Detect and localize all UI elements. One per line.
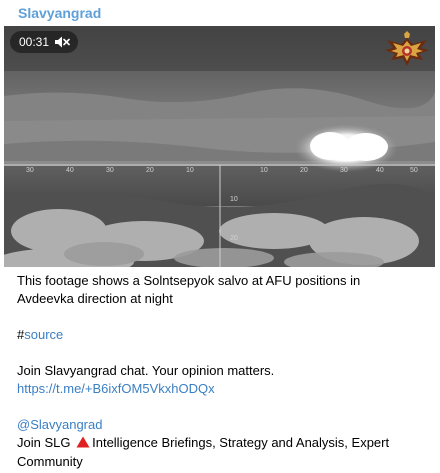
message-post: Slavyangrad 30 40 30 20 10 10 20 30 40 5…	[0, 0, 440, 473]
eagle-emblem-icon	[383, 30, 431, 70]
channel-mention-link[interactable]: @Slavyangrad	[17, 417, 102, 432]
channel-name[interactable]: Slavyangrad	[18, 4, 101, 22]
slg-rest: Intelligence Briefings, Strategy and Ana…	[92, 435, 390, 450]
reticle-tick-label: 20	[300, 167, 308, 174]
red-triangle-icon	[76, 435, 90, 453]
reticle-tick-label: 20	[146, 167, 154, 174]
reticle-tick-label: 10	[230, 196, 238, 203]
caption-line: Avdeevka direction at night	[17, 291, 173, 306]
mute-icon[interactable]	[54, 35, 70, 49]
message-text: This footage shows a Solntsepyok salvo a…	[17, 272, 417, 471]
chat-invite-text: Join Slavyangrad chat. Your opinion matt…	[17, 363, 275, 378]
reticle-tick-label: 10	[260, 167, 268, 174]
slg-line: Join SLG Intelligence Briefings, Strateg…	[17, 434, 417, 453]
duration-badge[interactable]: 00:31	[10, 31, 79, 53]
reticle-tick-label: 30	[340, 167, 348, 174]
hashtag-line: #source	[17, 326, 417, 344]
caption-line: This footage shows a Solntsepyok salvo a…	[17, 273, 361, 288]
reticle-tick-label: 30	[106, 167, 114, 174]
reticle-tick-label: 50	[410, 167, 418, 174]
hashtag-source-link[interactable]: source	[24, 327, 63, 342]
chat-invite-link[interactable]: https://t.me/+B6ixfOM5VkxhODQx	[17, 381, 215, 396]
video-player[interactable]: 30 40 30 20 10 10 20 30 40 50 10 20 00:3…	[4, 26, 435, 267]
reticle-tick-label: 30	[26, 167, 34, 174]
thermal-video-frame	[4, 26, 435, 267]
reticle-tick-label: 20	[230, 235, 238, 242]
video-duration: 00:31	[19, 35, 50, 49]
slg-line-continued: Community	[17, 454, 83, 469]
reticle-tick-label: 40	[376, 167, 384, 174]
reticle-tick-label: 40	[66, 167, 74, 174]
slg-prefix: Join SLG	[17, 435, 71, 450]
reticle-tick-label: 10	[186, 167, 194, 174]
